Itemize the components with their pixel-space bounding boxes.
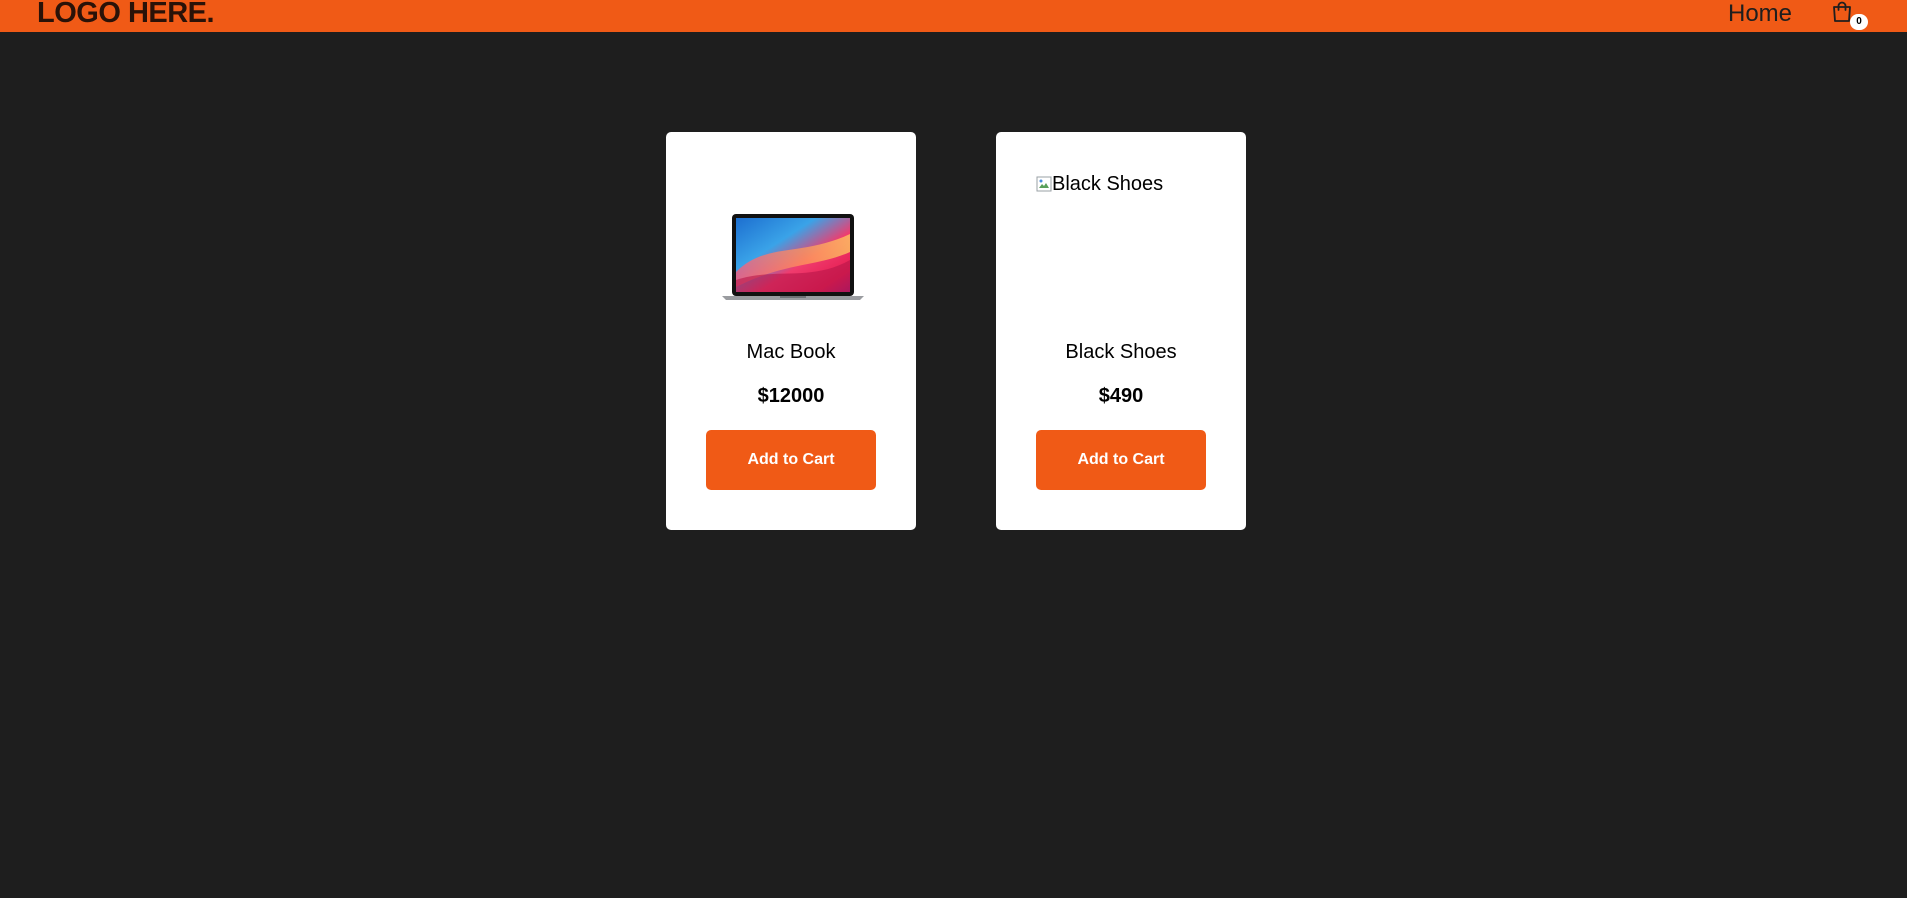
laptop-image xyxy=(722,214,864,300)
broken-image-icon xyxy=(1036,176,1052,192)
product-price: $490 xyxy=(1098,385,1144,407)
product-name: Black Shoes xyxy=(1065,341,1177,363)
add-to-cart-button[interactable]: Add to Cart xyxy=(706,430,876,490)
image-alt-text: Black Shoes xyxy=(1052,173,1164,195)
cart-count-badge: 0 xyxy=(1850,14,1868,30)
add-to-cart-button[interactable]: Add to Cart xyxy=(1036,430,1206,490)
navbar: LOGO HERE. Home 0 xyxy=(0,0,1907,32)
logo[interactable]: LOGO HERE. xyxy=(37,0,215,30)
product-image xyxy=(706,172,876,300)
product-card: Mac Book $12000 Add to Cart xyxy=(666,132,916,530)
product-image-broken: Black Shoes xyxy=(1036,172,1163,196)
nav-home-link[interactable]: Home xyxy=(1728,0,1792,29)
cart-button[interactable]: 0 xyxy=(1830,0,1868,32)
product-card: Black Shoes Black Shoes $490 Add to Cart xyxy=(996,132,1246,530)
product-price: $12000 xyxy=(757,385,825,407)
product-name: Mac Book xyxy=(746,341,836,363)
